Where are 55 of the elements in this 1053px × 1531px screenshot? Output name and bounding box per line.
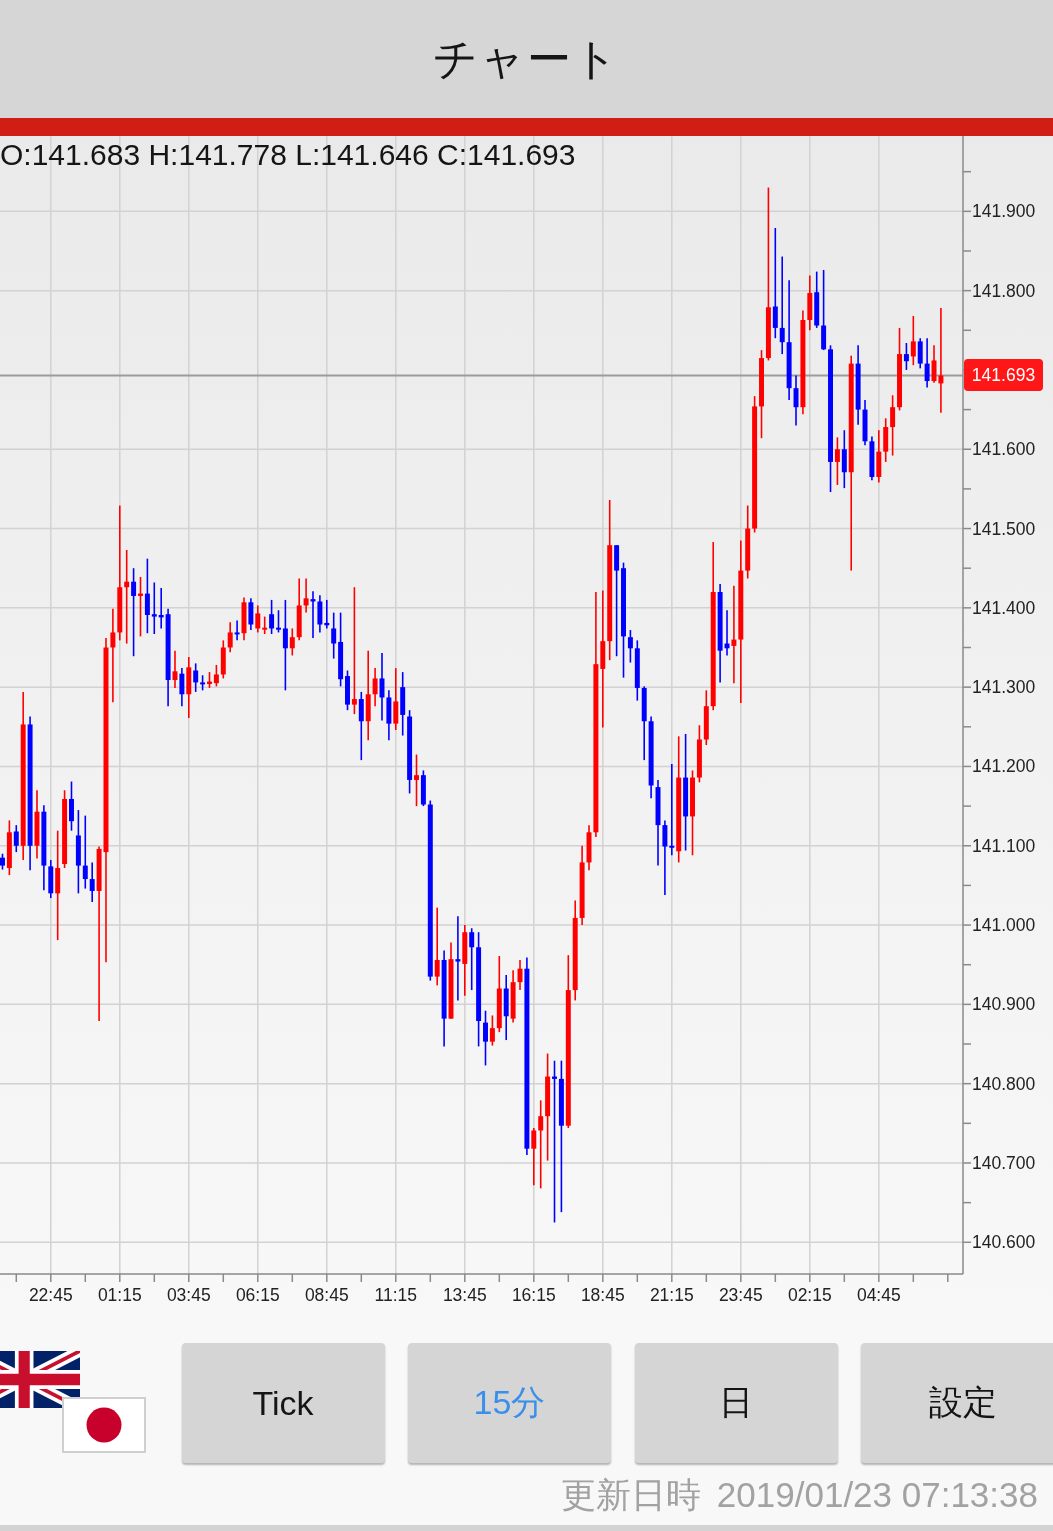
- x-axis-label: 08:45: [303, 1284, 350, 1306]
- falling-candle: [13, 824, 19, 853]
- ohlc-readout: O:141.683 H:141.778 L:141.646 C:141.693: [0, 137, 576, 173]
- falling-candle: [841, 429, 847, 489]
- period-tab[interactable]: 日: [634, 1343, 838, 1463]
- rising-candle: [172, 649, 178, 689]
- falling-candle: [0, 852, 5, 871]
- period-tab[interactable]: Tick: [181, 1343, 385, 1463]
- falling-candle: [358, 691, 364, 761]
- rising-candle: [414, 753, 419, 807]
- y-axis-label: 141.900: [972, 200, 1036, 223]
- x-axis-label: 04:45: [855, 1284, 902, 1306]
- screen-title: チャート: [433, 32, 620, 85]
- y-axis-label: 141.300: [972, 676, 1036, 699]
- x-axis-label: 11:15: [373, 1284, 419, 1306]
- falling-candle: [248, 597, 254, 631]
- x-axis-label: 02:15: [786, 1284, 833, 1306]
- settings-button[interactable]: 設定: [861, 1343, 1053, 1463]
- y-axis-label: 141.100: [972, 834, 1036, 857]
- x-axis-label: 22:45: [27, 1284, 74, 1306]
- y-axis-label: 141.000: [972, 914, 1036, 937]
- updated-label: 更新日時: [560, 1473, 701, 1516]
- rising-candle: [241, 596, 247, 642]
- y-axis-label: 141.800: [972, 279, 1036, 302]
- x-axis-label: 16:15: [510, 1284, 557, 1306]
- rising-candle: [186, 656, 192, 719]
- currency-pair-button[interactable]: [0, 1351, 146, 1454]
- x-axis-label: 13:45: [441, 1284, 488, 1306]
- x-axis-label: 06:15: [234, 1284, 281, 1306]
- falling-candle: [903, 342, 909, 371]
- rising-candle: [834, 436, 840, 486]
- y-axis-label: 140.800: [972, 1072, 1036, 1095]
- japan-flag-icon: [62, 1397, 146, 1453]
- x-axis-label: 23:45: [717, 1284, 764, 1306]
- falling-candle: [503, 974, 509, 1041]
- y-axis-label: 140.700: [972, 1151, 1036, 1174]
- rising-candle: [34, 789, 40, 860]
- falling-candle: [179, 667, 185, 707]
- y-axis-label: 141.400: [972, 596, 1036, 619]
- x-axis-label: 01:15: [96, 1284, 143, 1306]
- updated-time: 2019/01/23 07:13:38: [716, 1475, 1038, 1515]
- rising-candle: [138, 576, 143, 638]
- y-axis-label: 141.200: [972, 755, 1036, 778]
- y-axis-label: 140.900: [972, 993, 1036, 1016]
- rising-candle: [910, 315, 916, 366]
- y-axis-label: 141.500: [972, 517, 1036, 540]
- y-axis-label: 140.600: [972, 1231, 1036, 1254]
- x-axis-label: 03:45: [165, 1284, 212, 1306]
- rising-candle: [6, 819, 12, 876]
- y-axis-label: 141.600: [972, 438, 1036, 461]
- x-axis-label: 18:45: [579, 1284, 626, 1306]
- rising-candle: [393, 667, 399, 731]
- falling-candle: [234, 619, 240, 642]
- x-axis-label: 21:15: [648, 1284, 695, 1306]
- last-price-label: 141.693: [964, 359, 1043, 392]
